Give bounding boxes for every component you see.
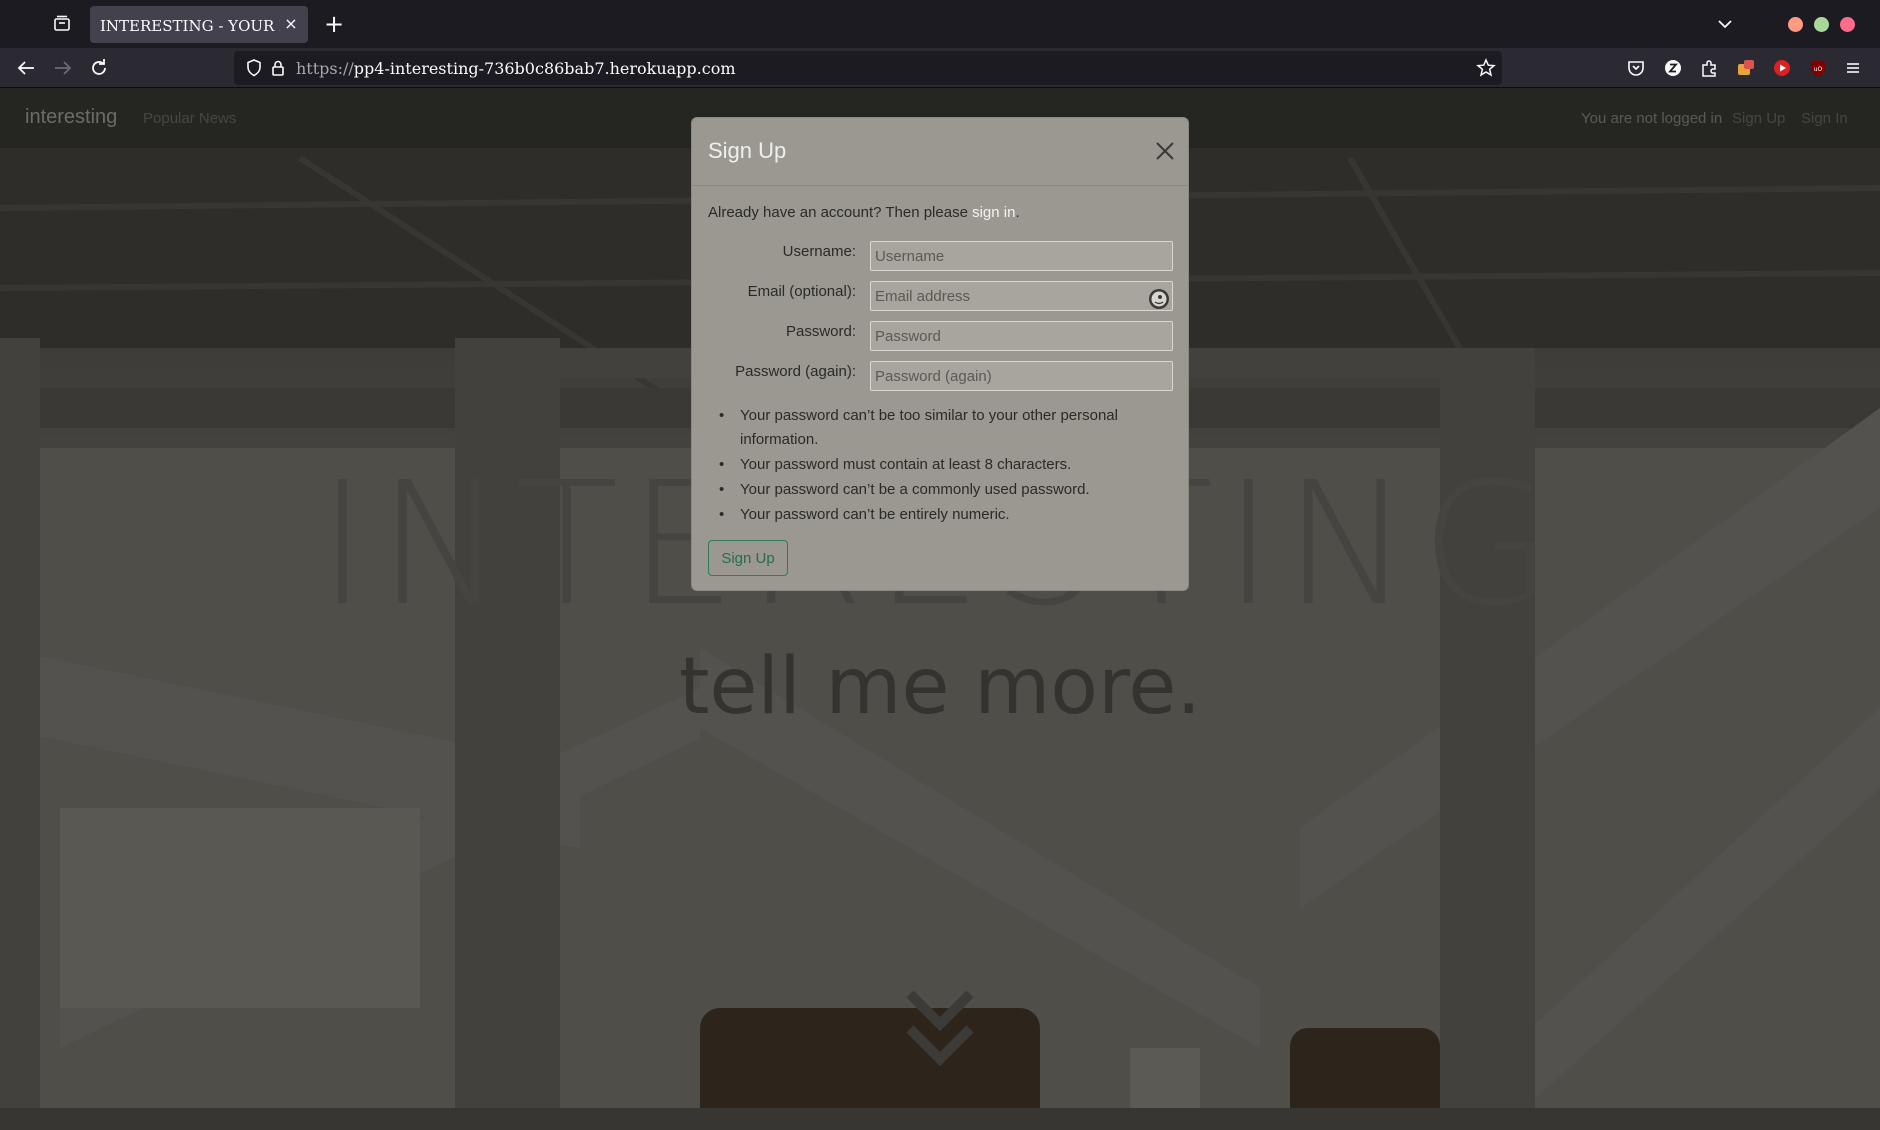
pocket-icon[interactable] — [1626, 58, 1646, 78]
username-label: Username: — [782, 243, 856, 260]
duckduckgo-autofill-icon[interactable] — [1147, 287, 1171, 311]
password-rule: Your password can’t be a commonly used p… — [719, 478, 1176, 502]
password-rules-list: Your password can’t be too similar to yo… — [719, 404, 1176, 527]
sign-in-link[interactable]: sign in — [972, 204, 1015, 221]
tab-close-icon[interactable]: × — [282, 13, 300, 35]
youtube-extension-icon[interactable] — [1772, 58, 1792, 78]
ublock-origin-icon[interactable]: uO — [1808, 58, 1828, 78]
close-icon[interactable] — [1152, 138, 1178, 164]
url-scheme: https:// — [296, 59, 354, 78]
reload-icon[interactable] — [87, 56, 111, 80]
password-rule: Your password must contain at least 8 ch… — [719, 453, 1176, 477]
browser-navigation-bar: https://pp4-interesting-736b0c86bab7.her… — [0, 48, 1880, 88]
back-arrow-icon[interactable] — [14, 56, 38, 80]
url-host: pp4-interesting-736b0c86bab7.herokuapp.c… — [353, 59, 736, 78]
modal-title: Sign Up — [708, 138, 787, 163]
new-tab-button[interactable]: + — [322, 12, 346, 36]
page-viewport: interesting Popular News You are not log… — [0, 88, 1880, 1130]
url-text: https://pp4-interesting-736b0c86bab7.her… — [296, 59, 736, 78]
signin-prompt-end: . — [1015, 204, 1020, 221]
password-label: Password: — [785, 323, 856, 340]
password-rule: Your password can’t be too similar to yo… — [719, 404, 1176, 452]
window-maximize-button[interactable] — [1814, 17, 1829, 32]
password-field[interactable] — [870, 321, 1173, 351]
password-again-label: Password (again): — [735, 363, 856, 380]
address-bar[interactable]: https://pp4-interesting-736b0c86bab7.her… — [234, 51, 1502, 85]
signin-prompt: Already have an account? Then please sig… — [708, 204, 1020, 221]
window-close-button[interactable] — [1840, 17, 1855, 32]
password-again-field[interactable] — [870, 361, 1173, 391]
browser-tab-active[interactable]: INTERESTING - YOUR NEW × — [90, 6, 308, 43]
svg-text:uO: uO — [1814, 66, 1823, 73]
tab-title: INTERESTING - YOUR NEW — [100, 17, 280, 35]
lock-icon[interactable] — [266, 56, 290, 80]
email-field[interactable] — [870, 281, 1173, 311]
signin-prompt-text: Already have an account? Then please — [708, 204, 973, 221]
username-field[interactable] — [870, 241, 1173, 271]
signup-modal: Sign Up Already have an account? Then pl… — [691, 117, 1189, 591]
email-label: Email (optional): — [747, 283, 856, 300]
password-rule: Your password can’t be entirely numeric. — [719, 503, 1176, 527]
browser-tab-bar: INTERESTING - YOUR NEW × + — [0, 0, 1880, 48]
tab-list-icon[interactable] — [50, 12, 74, 36]
color-picker-extension-icon[interactable] — [1736, 58, 1756, 78]
extensions-puzzle-icon[interactable] — [1699, 58, 1719, 78]
zotero-extension-icon[interactable] — [1663, 58, 1683, 78]
chevron-down-icon[interactable] — [1715, 14, 1735, 34]
bookmark-star-icon[interactable] — [1474, 56, 1498, 80]
hamburger-menu-icon[interactable] — [1843, 58, 1863, 78]
forward-arrow-icon[interactable] — [51, 56, 75, 80]
modal-header: Sign Up — [692, 118, 1188, 186]
shield-icon[interactable] — [242, 56, 266, 80]
sign-up-submit-button[interactable]: Sign Up — [708, 540, 788, 576]
window-minimize-button[interactable] — [1788, 17, 1803, 32]
